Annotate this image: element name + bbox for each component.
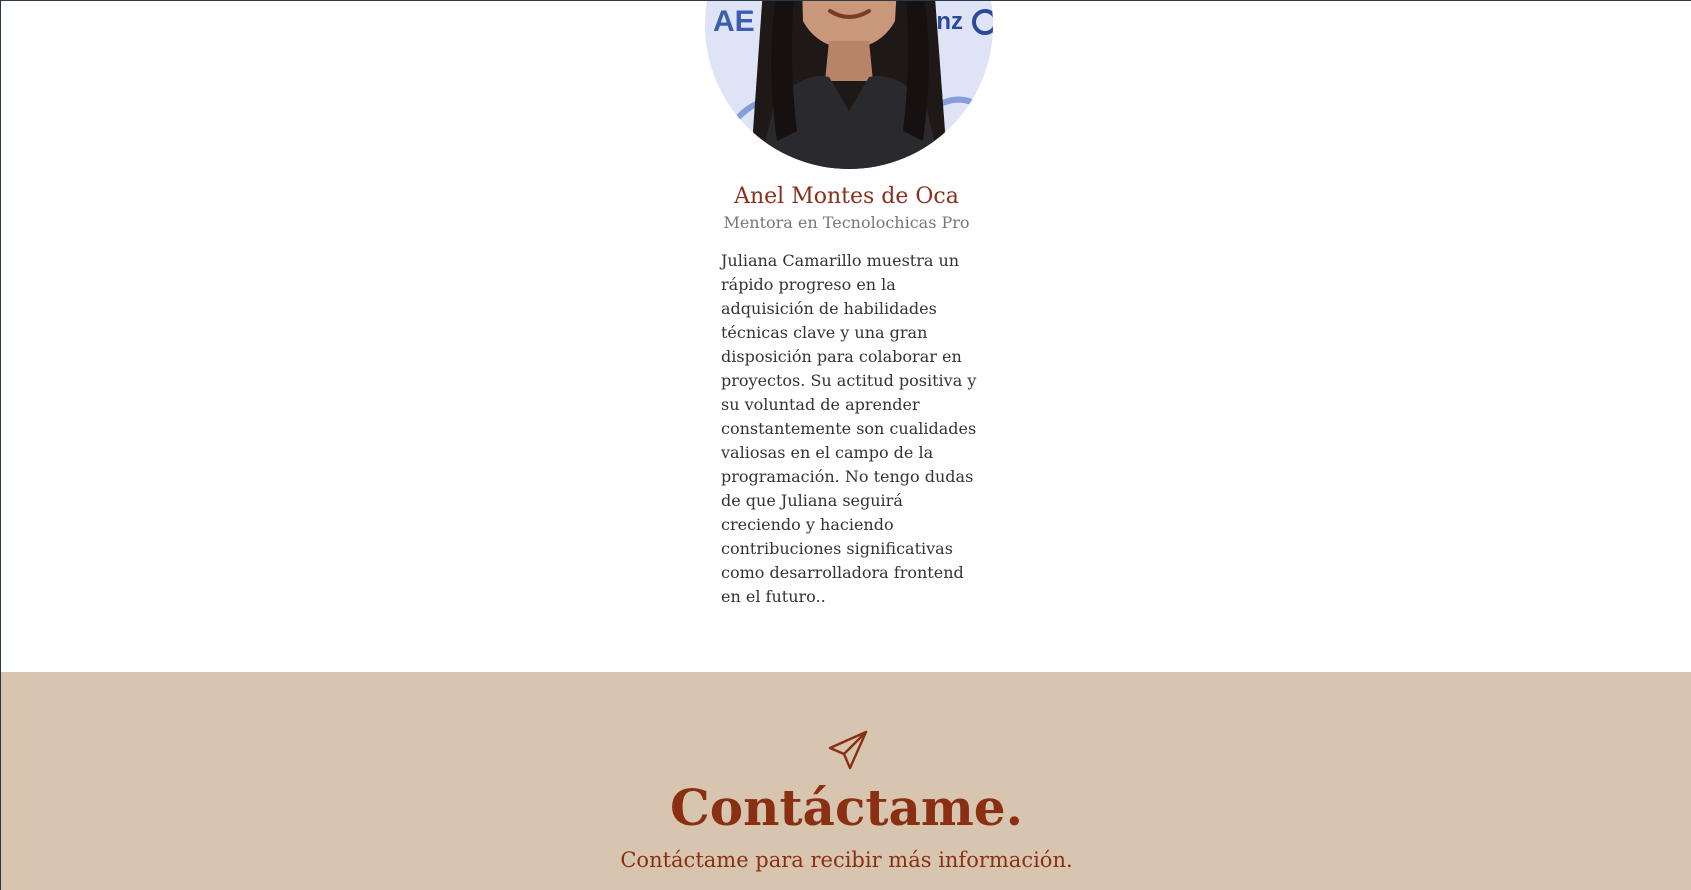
testimonial-quote: Juliana Camarillo muestra un rápido prog…: [721, 251, 977, 606]
mentor-avatar: AE llianz: [705, 1, 993, 169]
testimonial-section: AE llianz Anel Montes de Oca Mentora: [1, 1, 1691, 672]
contact-subtitle: Contáctame para recibir más información.: [620, 848, 1073, 872]
mentor-name: Anel Montes de Oca: [734, 184, 959, 209]
contact-section: Contáctame. Contáctame para recibir más …: [1, 672, 1691, 890]
contact-title: Contáctame.: [669, 778, 1024, 837]
paper-plane-icon: [828, 730, 868, 770]
page: AE llianz Anel Montes de Oca Mentora: [0, 0, 1691, 890]
mentor-role: Mentora en Tecnolochicas Pro: [723, 213, 970, 232]
backdrop-logo-left: AE: [713, 5, 755, 38]
